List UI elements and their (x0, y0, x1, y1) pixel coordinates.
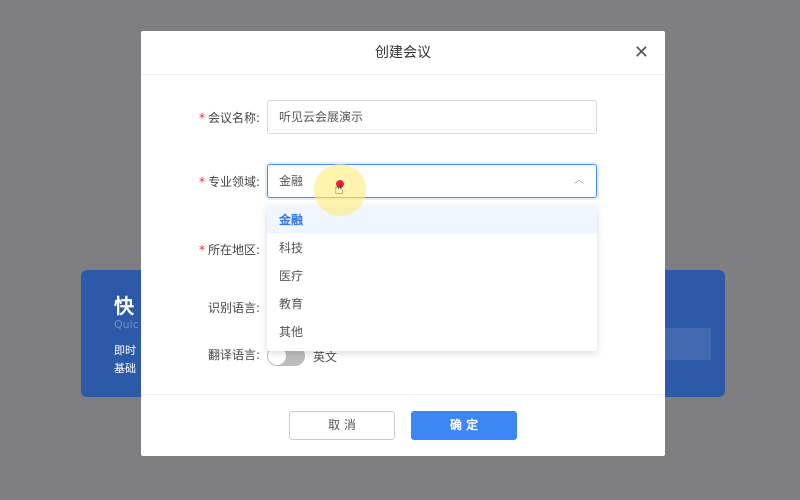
dropdown-option[interactable]: 金融 (267, 206, 597, 234)
confirm-button[interactable]: 确 定 (411, 411, 517, 440)
dialog-footer: 取 消 确 定 (141, 394, 665, 456)
monitor-icon (665, 328, 711, 360)
translation-label: 翻译语言: (207, 348, 260, 362)
domain-dropdown: 金融 科技 医疗 教育 其他 (267, 206, 597, 351)
region-label: 所在地区: (207, 243, 260, 257)
dropdown-option[interactable]: 科技 (267, 234, 597, 262)
domain-label: 专业领域: (207, 175, 260, 189)
required-mark: * (198, 243, 205, 257)
required-mark: * (198, 175, 205, 189)
dialog-title: 创建会议 (141, 31, 665, 75)
domain-value: 金融 (279, 174, 304, 188)
meeting-name-row: * 会议名称: 听见云会展演示 (141, 100, 665, 134)
close-icon[interactable]: ✕ (634, 43, 649, 63)
required-mark: * (198, 111, 205, 125)
dropdown-option[interactable]: 医疗 (267, 262, 597, 290)
card-line: 基础 (114, 362, 136, 375)
dropdown-option[interactable]: 其他 (267, 318, 597, 346)
cancel-button[interactable]: 取 消 (289, 411, 395, 440)
card-line: 即时 (114, 344, 136, 357)
meeting-name-label: 会议名称: (207, 111, 260, 125)
dropdown-option[interactable]: 教育 (267, 290, 597, 318)
card-subtitle: Quic (114, 318, 139, 331)
card-title: 快 (114, 294, 134, 318)
recognition-label: 识别语言: (207, 301, 260, 315)
create-meeting-dialog: 创建会议 ✕ * 会议名称: 听见云会展演示 * 专业领域: 金融 ︿ * 所在地区: … (141, 31, 665, 456)
chevron-up-icon: ︿ (574, 175, 584, 186)
hand-cursor-icon: ☝ (334, 179, 344, 198)
meeting-name-input[interactable]: 听见云会展演示 (267, 100, 597, 134)
domain-row: * 专业领域: 金融 ︿ (141, 164, 665, 198)
